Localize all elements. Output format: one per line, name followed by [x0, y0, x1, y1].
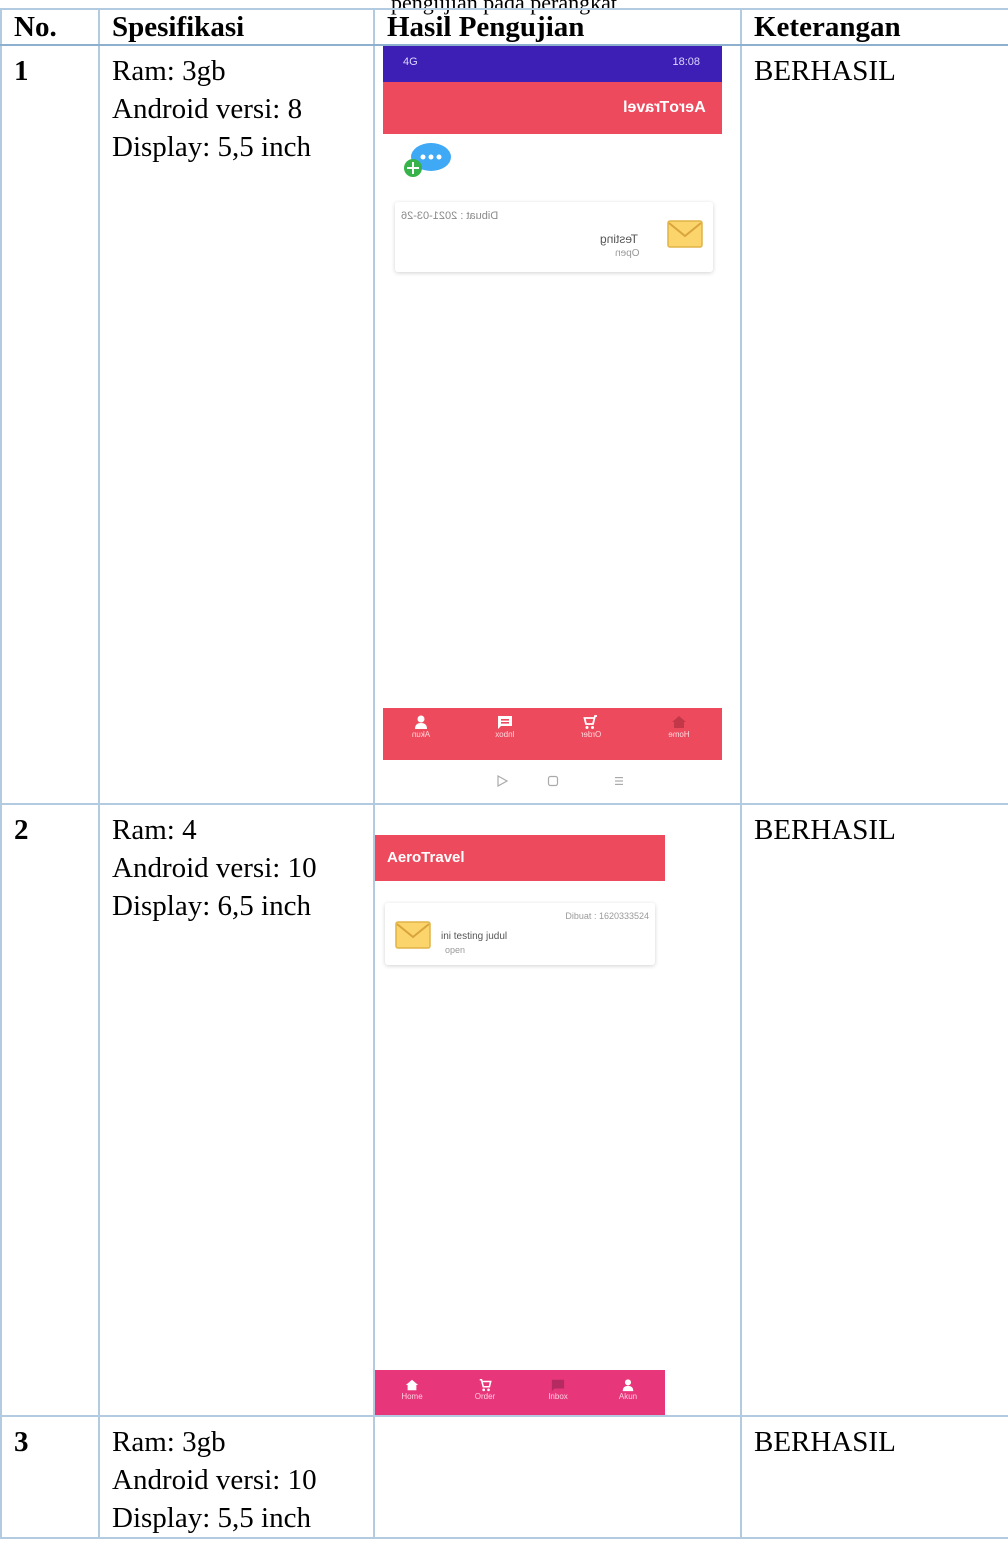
- message-subtitle: open: [445, 945, 466, 955]
- table-row: 2 Ram: 4 Android versi: 10 Display: 6,5 …: [0, 803, 1008, 1417]
- inbox-icon: [551, 1379, 565, 1392]
- message-title: Testing: [600, 232, 639, 246]
- header-no: No.: [0, 8, 100, 46]
- nav-akun[interactable]: Akun: [601, 1378, 655, 1402]
- nav-inbox[interactable]: Inbox: [531, 1378, 585, 1402]
- nav-order[interactable]: Order: [561, 714, 621, 740]
- row-screenshot: [373, 1415, 742, 1539]
- nav-inbox[interactable]: Inbox: [475, 714, 535, 740]
- header-spesifikasi: Spesifikasi: [98, 8, 375, 46]
- message-card[interactable]: Dibuat : 2021-03-26 Testing Open: [395, 202, 713, 272]
- cart-icon: [479, 1378, 492, 1392]
- spec-ram: Ram: 3gb: [112, 55, 226, 87]
- person-icon: [415, 715, 427, 729]
- spec-display: Display: 5,5 inch: [112, 131, 311, 163]
- row-keterangan: BERHASIL: [740, 1415, 1008, 1539]
- test-results-table: No. Spesifikasi Hasil Pengujian Keterang…: [0, 8, 1008, 1539]
- spec-android: Android versi: 10: [112, 1464, 317, 1496]
- app-bar: AeroTravel: [375, 835, 665, 881]
- bottom-nav: Akun Inbox Order Home: [383, 708, 722, 760]
- spec-display: Display: 6,5 inch: [112, 890, 311, 922]
- nav-home[interactable]: Home: [385, 1378, 439, 1402]
- row-spec: Ram: 3gb Android versi: 8 Display: 5,5 i…: [98, 44, 375, 805]
- spec-android: Android versi: 10: [112, 852, 317, 884]
- row-number: 1: [0, 44, 100, 805]
- row-screenshot: 4G 18:08 AeroTravel Dibuat: 2021-03-26 …: [373, 44, 742, 805]
- spec-android: Android versi: 8: [112, 93, 303, 125]
- row-number: 2: [0, 803, 100, 1417]
- phone-screenshot-2: AeroTravel Dibuat : 1620333524 ini testi…: [375, 835, 665, 1415]
- table-row: 3 Ram: 3gb Android versi: 10 Display: 5,…: [0, 1415, 1008, 1539]
- new-chat-icon[interactable]: [401, 140, 453, 180]
- message-date: Dibuat : 2021-03-26: [401, 210, 499, 222]
- recents-icon[interactable]: [613, 775, 625, 787]
- home-icon: [405, 1379, 419, 1391]
- home-button-icon[interactable]: [547, 775, 559, 787]
- header-keterangan: Keterangan: [740, 8, 1008, 46]
- envelope-icon: [667, 220, 703, 248]
- nav-home[interactable]: Home: [649, 714, 709, 740]
- inbox-icon: [498, 716, 512, 729]
- message-card[interactable]: Dibuat : 1620333524 ini testing judul op…: [385, 903, 655, 965]
- bottom-nav: Home Order Inbox Akun: [375, 1370, 665, 1415]
- person-icon: [622, 1379, 634, 1392]
- status-right-text: 18:08: [672, 56, 700, 68]
- spec-ram: Ram: 4: [112, 814, 197, 846]
- row-keterangan: BERHASIL: [740, 803, 1008, 1417]
- row-spec: Ram: 3gb Android versi: 10 Display: 5,5 …: [98, 1415, 375, 1539]
- table-row: 1 Ram: 3gb Android versi: 8 Display: 5,5…: [0, 44, 1008, 805]
- message-subtitle: Open: [615, 248, 640, 259]
- nav-order[interactable]: Order: [458, 1378, 512, 1402]
- app-title: AeroTravel: [623, 99, 706, 116]
- back-icon[interactable]: [496, 775, 508, 787]
- spec-ram: Ram: 3gb: [112, 1426, 226, 1458]
- status-bar: 4G 18:08: [383, 46, 722, 82]
- spec-display: Display: 5,5 inch: [112, 1502, 311, 1534]
- row-spec: Ram: 4 Android versi: 10 Display: 6,5 in…: [98, 803, 375, 1417]
- phone-screenshot-1: 4G 18:08 AeroTravel Dibuat: 2021-03-26 …: [383, 46, 722, 802]
- message-date: Dibuat : 1620333524: [565, 911, 649, 921]
- system-nav-bar: [383, 760, 722, 802]
- cart-icon: [583, 715, 597, 729]
- row-keterangan: BERHASIL: [740, 44, 1008, 805]
- envelope-icon: [395, 921, 431, 949]
- message-title: ini testing judul: [441, 931, 508, 942]
- status-left-text: 4G: [403, 56, 418, 68]
- row-number: 3: [0, 1415, 100, 1539]
- nav-akun[interactable]: Akun: [391, 714, 451, 740]
- app-title: AeroTravel: [387, 849, 465, 866]
- home-icon: [672, 716, 686, 728]
- app-bar: AeroTravel: [383, 82, 722, 134]
- header-hasil-pengujian: Hasil Pengujian: [373, 8, 742, 46]
- row-screenshot: AeroTravel Dibuat : 1620333524 ini testi…: [373, 803, 742, 1417]
